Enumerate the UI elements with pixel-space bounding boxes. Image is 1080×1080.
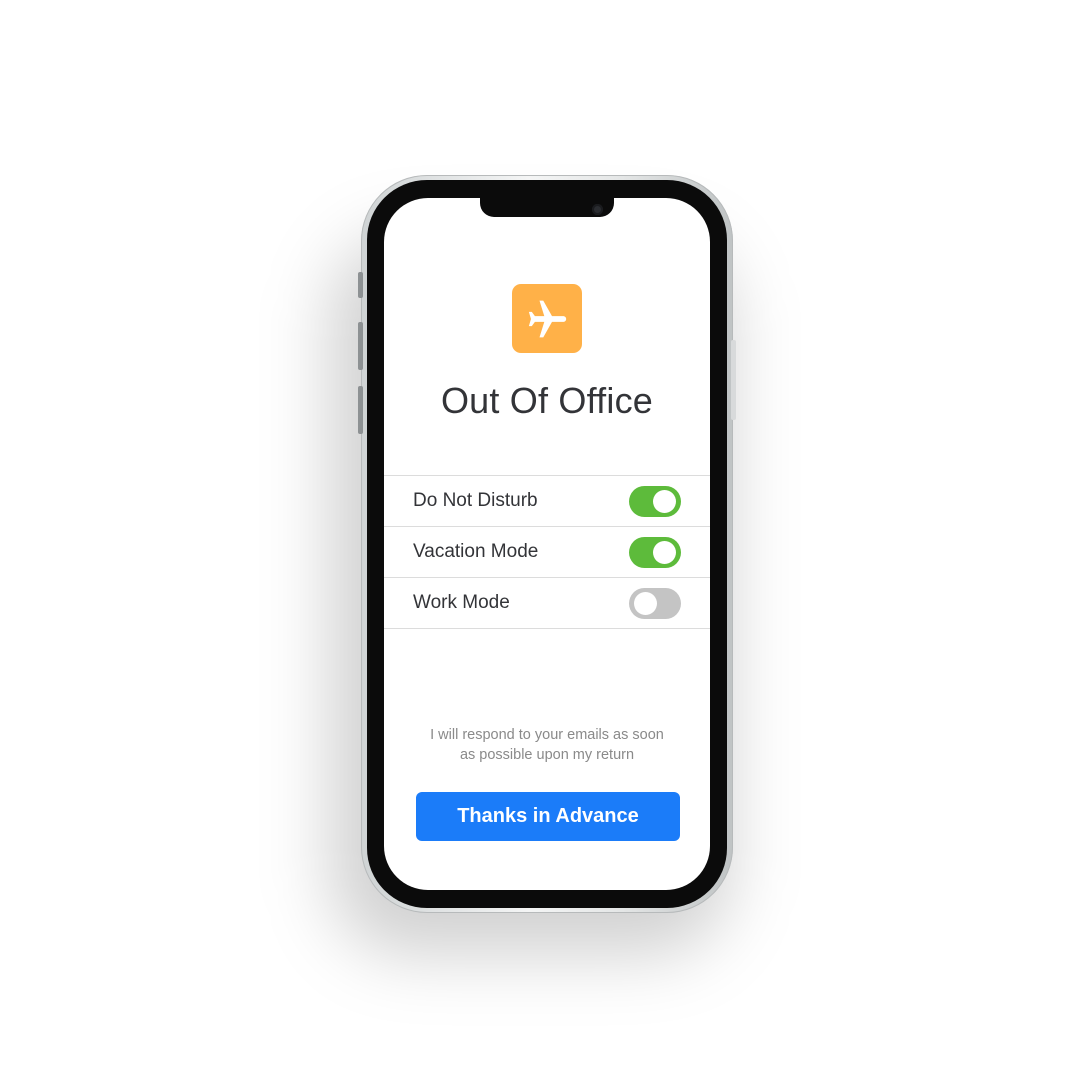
airplane-icon [512,284,582,353]
thanks-in-advance-button[interactable]: Thanks in Advance [416,792,680,841]
setting-label: Work Mode [413,592,510,613]
mockup-stage: Out Of Office Do Not Disturb Vacation Mo… [0,0,1080,1080]
auto-reply-message: I will respond to your emails as soon as… [414,725,680,765]
message-line: I will respond to your emails as soon [430,727,664,743]
settings-list: Do Not Disturb Vacation Mode Work Mode [384,475,710,629]
setting-row-work-mode: Work Mode [384,578,710,629]
work-mode-toggle[interactable] [629,587,681,619]
vacation-mode-toggle[interactable] [629,536,681,568]
silent-switch [358,272,363,298]
front-camera [592,204,603,215]
setting-label: Do Not Disturb [413,490,538,511]
notch [480,198,614,217]
airplane-glyph [528,300,567,337]
do-not-disturb-toggle[interactable] [629,485,681,517]
page-title: Out Of Office [440,380,653,421]
power-button [731,340,736,420]
message-line: as possible upon my return [459,747,635,763]
toggle-knob [653,489,676,513]
volume-down-button [358,386,363,434]
setting-label: Vacation Mode [413,541,539,562]
setting-row-do-not-disturb: Do Not Disturb [384,476,710,527]
setting-row-vacation-mode: Vacation Mode [384,527,710,578]
toggle-knob [634,591,657,615]
toggle-knob [653,540,676,564]
volume-up-button [358,322,363,370]
phone-screen: Out Of Office Do Not Disturb Vacation Mo… [384,198,710,890]
